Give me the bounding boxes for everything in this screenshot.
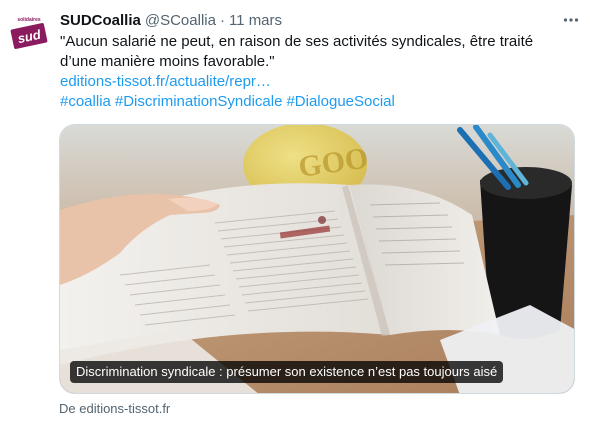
card-caption: Discrimination syndicale : présumer son … bbox=[70, 361, 504, 383]
more-horizontal-icon[interactable] bbox=[562, 11, 580, 29]
hashtag-list: #coallia #DiscriminationSyndicale #Dialogu… bbox=[60, 92, 560, 112]
separator-dot: · bbox=[219, 11, 225, 29]
tweet-text-line-1: "Aucun salarié ne peut, en raison de ses… bbox=[60, 33, 534, 50]
author-handle[interactable]: @SCoallia bbox=[145, 12, 216, 29]
sud-logo: solidaires sud bbox=[9, 10, 49, 50]
tweet-text: "Aucun salarié ne peut, en raison de ses… bbox=[60, 32, 560, 112]
tweet-date[interactable]: 11 mars bbox=[229, 12, 282, 29]
card-image: GOO bbox=[60, 125, 574, 393]
hashtag-dialogue[interactable]: #DialogueSocial bbox=[286, 93, 394, 110]
hashtag-coallia[interactable]: #coallia bbox=[60, 93, 111, 110]
tweet[interactable]: solidaires sud SUDCoallia @SCoallia · 11… bbox=[0, 0, 590, 423]
hashtag-discrimination[interactable]: #DiscriminationSyndicale bbox=[115, 93, 283, 110]
link-card[interactable]: GOO Discrimination syndicale: présumer … bbox=[59, 124, 575, 394]
avatar-small-text: solidaires bbox=[17, 17, 41, 23]
tweet-header: SUDCoallia @SCoallia · 11 mars bbox=[60, 9, 550, 31]
author-name[interactable]: SUDCoallia bbox=[60, 12, 141, 29]
tweet-text-line-2: d’une manière moins favorable." bbox=[60, 53, 275, 70]
avatar[interactable]: solidaires sud bbox=[9, 10, 49, 50]
tweet-link[interactable]: editions-tissot.fr/actualite/repr… bbox=[60, 72, 560, 92]
card-source[interactable]: De editions-tissot.fr bbox=[59, 401, 170, 416]
